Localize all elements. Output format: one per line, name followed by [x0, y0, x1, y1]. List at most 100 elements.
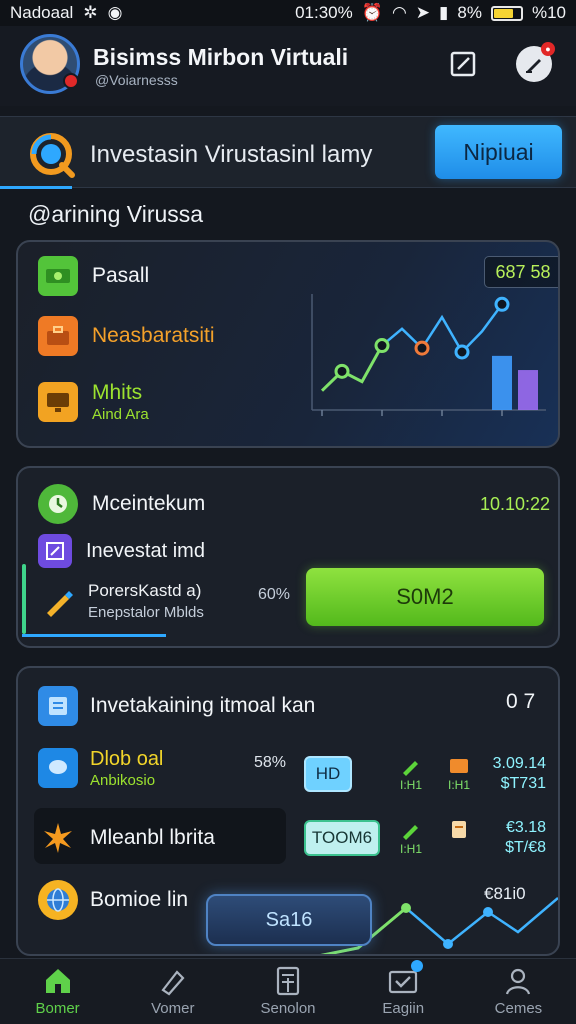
check-mail-icon: [387, 960, 424, 996]
list-item-selected[interactable]: Mleanbl lbrita: [38, 818, 215, 858]
home-icon: [45, 969, 70, 993]
pencil-green-icon: [403, 761, 418, 776]
carrier-label: Nadoaal: [10, 3, 74, 22]
nav-item-mail[interactable]: Eagiin: [346, 959, 461, 1024]
document-list-icon: [38, 686, 78, 726]
progress-underline: [22, 634, 166, 637]
nav-item-home[interactable]: Bomer: [0, 959, 115, 1024]
calculator-icon: [276, 966, 300, 996]
nav-label: Cemes: [494, 1000, 543, 1017]
item-sublabel: Enepstalor Mblds: [88, 604, 204, 621]
series-line-blue: [381, 303, 504, 355]
avatar[interactable]: [20, 34, 80, 94]
green-bills-icon: [38, 256, 78, 296]
signal-label: %10: [531, 3, 566, 22]
value-label: 3.09.14 $T731: [486, 754, 546, 794]
yellow-monitor-icon: [38, 382, 78, 422]
list-item[interactable]: Inevestat imd: [38, 534, 205, 568]
list-item[interactable]: Bomioe lin: [38, 880, 188, 920]
pencil-green-icon: [403, 825, 418, 840]
nav-label: Bomer: [35, 1000, 80, 1017]
value-secondary: $T/€8: [505, 839, 546, 856]
clipboard-icon: [452, 821, 466, 838]
data-point: [454, 344, 470, 360]
investment-toolbar: Investasin Virustasinl lamy Nipiuai: [0, 116, 576, 189]
percent-label: 60%: [258, 586, 291, 603]
item-label: Bomioe lin: [90, 888, 189, 911]
list-item[interactable]: Neasbaratsiti: [38, 316, 215, 356]
confirm-button[interactable]: S0M2: [306, 568, 544, 626]
shield-clock-icon: [38, 484, 78, 524]
battery-icon: [490, 5, 523, 21]
card-title: Invetakaining itmoal kan: [90, 694, 316, 717]
page-subtitle: @Voiarnesss: [95, 72, 178, 88]
trend-chart: [311, 294, 546, 416]
alarm-icon: ⏰: [361, 3, 383, 22]
sale-button[interactable]: Sa16: [206, 894, 372, 946]
hd-chip-button[interactable]: HD: [304, 756, 352, 792]
list-item[interactable]: Dlob oal Anbikosio: [38, 748, 163, 792]
item-label: Pasall: [92, 264, 150, 287]
edit-box-icon: [38, 534, 72, 568]
item-label: Mhits: [92, 381, 143, 404]
app-header: Bisimss Mirbon Virtuali @Voiarnesss ●: [0, 26, 576, 106]
list-item[interactable]: PorersKastd a) Enepstalor Mblds: [38, 580, 204, 624]
toolbar-title: Investasin Virustasinl lamy: [90, 141, 373, 168]
nav-label: Vomer: [151, 1000, 195, 1017]
battery-percent: 8%: [457, 3, 482, 22]
data-point: [414, 340, 430, 356]
nav-badge: [411, 960, 424, 972]
star-burst-icon: [38, 818, 78, 858]
profile-icon: [506, 968, 531, 995]
percent-label: 58%: [254, 754, 287, 771]
globe-icon: [38, 880, 78, 920]
chat-icon: ◉: [107, 3, 123, 22]
value-secondary: $T731: [500, 775, 546, 792]
location-icon: ➤: [415, 3, 431, 22]
item-label: Dlob oal: [90, 748, 164, 770]
item-label: PorersKastd a): [88, 581, 202, 600]
mini-label: I:H1: [400, 778, 423, 792]
toolbar-active-indicator: [0, 186, 72, 189]
bottom-navigation: Bomer Vomer Senolon Eagiin Cemes: [0, 958, 576, 1024]
avatar-badge: [63, 73, 79, 89]
network-icon: ✲: [83, 3, 98, 22]
nav-item-edit[interactable]: Vomer: [115, 959, 230, 1024]
nav-label: Senolon: [260, 1000, 316, 1017]
primary-action-button[interactable]: Nipiuai: [435, 125, 562, 179]
investment-list-card[interactable]: Invetakaining itmoal kan 0 7 Dlob oal An…: [16, 666, 560, 956]
card-title: Mceintekum: [92, 492, 206, 515]
item-sublabel: Aind Ara: [92, 406, 149, 423]
list-item[interactable]: Mhits Aind Ara: [38, 382, 149, 426]
wifi-icon: ◠: [391, 3, 407, 22]
status-bar: Nadoaal ✲ ◉ 01:30% ⏰ ◠ ➤ ▮ 8% %10: [0, 0, 576, 26]
signal-icon: ▮: [439, 3, 449, 22]
clock-label: 01:30%: [295, 3, 353, 22]
orange-briefcase-icon: [38, 316, 78, 356]
card-header: Invetakaining itmoal kan: [38, 686, 315, 726]
section-heading: @arining Virussa: [28, 201, 204, 227]
mini-label: I:H1: [448, 778, 471, 792]
toom-chip-button[interactable]: TOOM6: [304, 820, 380, 856]
list-item[interactable]: Pasall: [38, 256, 149, 296]
item-label: Inevestat imd: [86, 539, 205, 562]
nav-item-calculator[interactable]: Senolon: [230, 959, 345, 1024]
notification-pen-icon: [526, 59, 541, 73]
count-label: 0 7: [506, 690, 536, 713]
value-primary: 3.09.14: [492, 755, 546, 772]
overview-card[interactable]: Pasall Neasbaratsiti Mhits Aind Ara 687 …: [16, 240, 560, 448]
nav-item-profile[interactable]: Cemes: [461, 959, 576, 1024]
edit-button[interactable]: [447, 48, 479, 80]
mini-label: I:H1: [400, 842, 423, 856]
data-point: [374, 338, 390, 354]
notification-badge: ●: [541, 42, 555, 56]
data-point: [494, 296, 510, 312]
item-label: Neasbaratsiti: [92, 324, 215, 347]
value-label: €3.18 $T/€8: [486, 818, 546, 858]
app-logo-icon: [30, 133, 75, 178]
orange-folder-icon: [450, 759, 468, 773]
notification-button[interactable]: ●: [516, 42, 555, 82]
chat-bubble-icon: [38, 748, 78, 788]
status-card[interactable]: Mceintekum 10.10:22 Inevestat imd Porers…: [16, 466, 560, 648]
bar: [518, 370, 538, 410]
